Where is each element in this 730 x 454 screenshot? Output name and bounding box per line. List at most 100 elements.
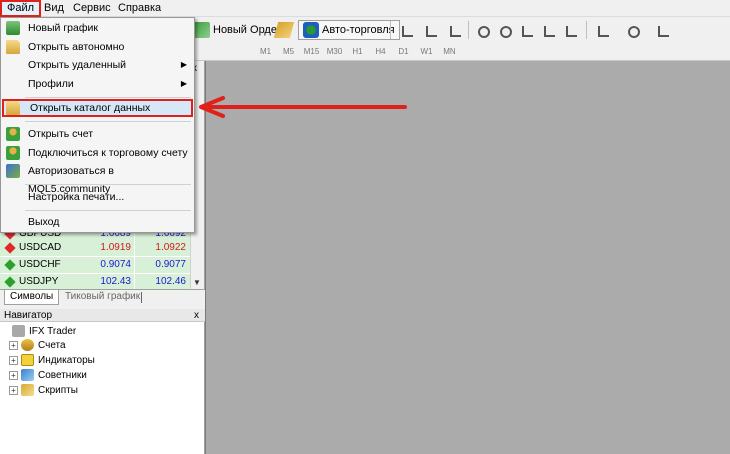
column-divider (134, 257, 135, 274)
navigator-node-label: Скрипты (38, 384, 78, 396)
main-toolbar: Новый Ордер Авто-торговля (190, 18, 730, 42)
menu-item-open-offline[interactable]: Открыть автономно (2, 38, 193, 56)
price-down-icon (4, 242, 16, 254)
menu-item-label: Открыть удаленный (28, 59, 126, 71)
menu-service[interactable]: Сервис (68, 0, 116, 17)
market-watch-row[interactable]: USDCAD 1.0919 1.0922 (0, 240, 190, 257)
bar-chart-icon[interactable] (398, 22, 414, 38)
chart-shift-icon[interactable] (562, 22, 578, 38)
toolbar-separator (586, 21, 587, 39)
tile-windows-icon[interactable] (518, 22, 534, 38)
market-watch-row[interactable]: USDCHF 0.9074 0.9077 (0, 257, 190, 274)
menu-help[interactable]: Справка (113, 0, 166, 17)
navigator-node-indicators[interactable]: + Индикаторы (9, 353, 95, 367)
expand-icon[interactable]: + (9, 370, 18, 380)
new-order-icon (194, 22, 210, 38)
timeframe-d1[interactable]: D1 (392, 44, 415, 59)
timeframe-m1[interactable]: M1 (254, 44, 277, 59)
ask-price: 102.46 (155, 276, 186, 287)
templates-icon[interactable] (654, 22, 670, 38)
menu-item-open-data-folder[interactable]: Открыть каталог данных (2, 99, 193, 117)
navigator-panel: Навигатор x IFX Trader + Счета + Индикат… (0, 309, 205, 454)
menu-item-label: Открыть автономно (28, 41, 125, 53)
ask-price: 0.9077 (155, 259, 186, 270)
mql5-icon (6, 164, 20, 178)
indicators-icon[interactable] (594, 22, 610, 38)
zoom-out-icon[interactable] (496, 22, 512, 38)
menu-item-label: Открыть каталог данных (30, 102, 151, 114)
menu-item-label: Подключиться к торговому счету (28, 147, 188, 159)
autotrade-button[interactable]: Авто-торговля (298, 20, 400, 40)
navigator-root-label: IFX Trader (29, 325, 77, 337)
scripts-icon (21, 384, 34, 396)
menu-file[interactable]: Файл (0, 0, 42, 17)
zoom-in-icon[interactable] (474, 22, 490, 38)
navigator-close-icon[interactable]: x (194, 309, 199, 322)
menu-item-profiles[interactable]: Профили ▶ (2, 75, 193, 93)
symbol-name: USDCAD (19, 242, 62, 253)
navigator-node-scripts[interactable]: + Скрипты (9, 383, 78, 397)
menu-item-print-setup[interactable]: Настройка печати... (2, 188, 193, 206)
periods-clock-icon[interactable] (624, 22, 640, 38)
expand-icon[interactable]: + (9, 355, 18, 365)
timeframe-h4[interactable]: H4 (369, 44, 392, 59)
timeframe-m30[interactable]: M30 (323, 44, 346, 59)
new-order-button[interactable]: Новый Ордер (194, 20, 283, 40)
scroll-down-icon[interactable]: ▼ (193, 278, 201, 287)
menu-separator (25, 121, 191, 122)
menu-view[interactable]: Вид (39, 0, 69, 17)
menu-item-new-chart[interactable]: Новый график (2, 19, 193, 37)
timeframe-w1[interactable]: W1 (415, 44, 438, 59)
menu-bar: Файл Вид Сервис Справка (0, 0, 730, 17)
autoscroll-icon[interactable] (540, 22, 556, 38)
new-chart-icon (6, 21, 20, 35)
menu-item-connect-trade-account[interactable]: Подключиться к торговому счету (2, 144, 193, 162)
symbol-name: USDCHF (19, 259, 61, 270)
tab-tick-chart[interactable]: Тиковый график (60, 290, 145, 305)
column-divider (134, 240, 135, 257)
menu-item-open-account[interactable]: Открыть счет (2, 125, 193, 143)
expand-icon[interactable]: + (9, 340, 18, 350)
navigator-node-experts[interactable]: + Советники (9, 368, 87, 382)
pencil-icon[interactable] (273, 20, 295, 40)
tab-symbols[interactable]: Символы (4, 290, 60, 305)
new-order-label: Новый Ордер (213, 24, 284, 36)
user-icon (6, 146, 20, 160)
folder-icon (6, 101, 20, 115)
price-up-icon (4, 259, 16, 271)
menu-separator (25, 97, 191, 98)
timeframe-m5[interactable]: M5 (277, 44, 300, 59)
menu-item-label: Открыть счет (28, 128, 94, 140)
bid-price: 1.0919 (100, 242, 131, 253)
toolbar-separator (468, 21, 469, 39)
file-menu-dropdown: Новый график Открыть автономно Открыть у… (0, 17, 195, 233)
timeframe-m15[interactable]: M15 (300, 44, 323, 59)
autotrade-label: Авто-торговля (322, 24, 395, 36)
submenu-arrow-icon: ▶ (180, 79, 187, 88)
price-up-icon (4, 276, 16, 288)
menu-separator (25, 210, 191, 211)
chart-workspace[interactable] (205, 61, 730, 454)
navigator-header: Навигатор (0, 309, 205, 322)
annotation-arrow-icon (199, 96, 407, 118)
toolbar-separator (390, 21, 391, 39)
terminal-icon (12, 325, 25, 337)
menu-item-label: Профили (28, 78, 74, 90)
navigator-root[interactable]: IFX Trader (12, 324, 76, 338)
symbol-name: USDJPY (19, 276, 59, 287)
timeframe-h1[interactable]: H1 (346, 44, 369, 59)
folder-icon (6, 40, 20, 54)
accounts-icon (21, 339, 34, 351)
expand-icon[interactable]: + (9, 385, 18, 395)
navigator-title: Навигатор (4, 310, 53, 321)
navigator-node-accounts[interactable]: + Счета (9, 338, 66, 352)
line-chart-icon[interactable] (446, 22, 462, 38)
submenu-arrow-icon: ▶ (180, 60, 187, 69)
ask-price: 1.0922 (155, 242, 186, 253)
candlestick-icon[interactable] (422, 22, 438, 38)
menu-item-login-mql5[interactable]: Авторизоваться в MQL5.community (2, 162, 193, 195)
menu-item-label: Новый график (28, 22, 98, 34)
timeframe-mn[interactable]: MN (438, 44, 461, 59)
menu-item-open-remote[interactable]: Открыть удаленный ▶ (2, 56, 193, 74)
menu-item-exit[interactable]: Выход (2, 213, 193, 231)
